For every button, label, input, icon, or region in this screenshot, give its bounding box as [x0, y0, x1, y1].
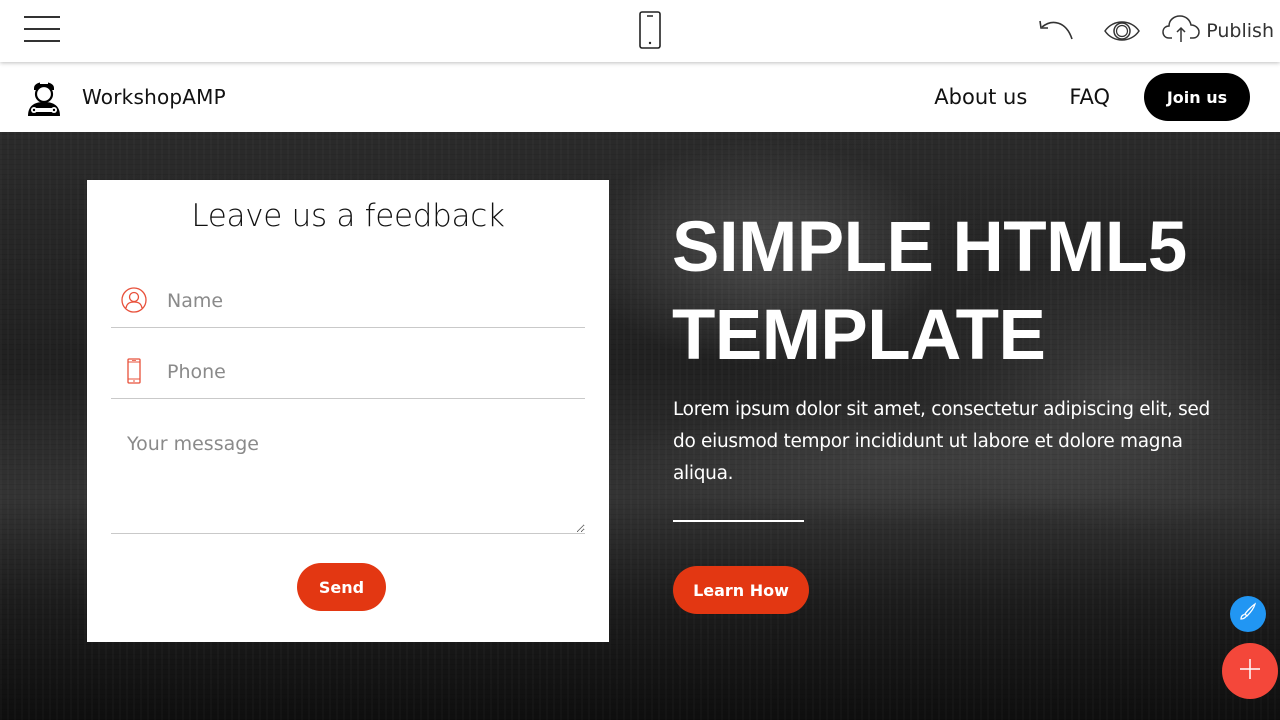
paintbrush-icon	[1238, 602, 1258, 627]
message-textarea[interactable]	[111, 417, 585, 534]
mobile-phone-icon[interactable]	[636, 10, 664, 50]
nav-link-faq[interactable]: FAQ	[1069, 85, 1110, 109]
name-input[interactable]	[167, 284, 567, 318]
eye-icon[interactable]	[1100, 9, 1144, 53]
hero-text: Lorem ipsum dolor sit amet, consectetur …	[673, 399, 1210, 484]
add-block-button[interactable]	[1222, 643, 1278, 699]
hamburger-icon[interactable]	[24, 16, 60, 42]
phone-icon	[121, 358, 147, 384]
feedback-form: Leave us a feedback Name Phone Your mess…	[87, 180, 609, 642]
hero-section: Leave us a feedback Name Phone Your mess…	[0, 132, 1280, 720]
form-title: Leave us a feedback	[191, 198, 505, 234]
hero-title: SIMPLE HTML5 TEMPLATE	[672, 204, 1252, 380]
plus-icon	[1238, 657, 1262, 686]
site-navbar: WorkshopAMP About us FAQ Join us	[0, 62, 1280, 132]
mechanic-icon	[24, 76, 64, 118]
phone-input[interactable]	[167, 355, 567, 389]
style-button[interactable]	[1230, 596, 1266, 632]
brand-name: WorkshopAMP	[82, 85, 226, 109]
nav-link-about[interactable]: About us	[934, 85, 1027, 109]
publish-label: Publish	[1206, 20, 1274, 42]
hero-title-line2: TEMPLATE	[672, 296, 1046, 375]
send-button[interactable]: Send	[297, 563, 386, 611]
editor-toolbar: Publish	[0, 0, 1280, 62]
phone-field	[111, 347, 585, 399]
learn-how-button[interactable]: Learn How	[673, 566, 809, 614]
hero-title-line1: SIMPLE HTML5	[672, 208, 1187, 287]
undo-icon[interactable]	[1034, 9, 1078, 53]
brand[interactable]: WorkshopAMP	[24, 76, 226, 118]
publish-button[interactable]: Publish	[1162, 14, 1280, 49]
user-icon	[121, 287, 147, 313]
name-field	[111, 276, 585, 328]
cloud-upload-icon	[1162, 14, 1201, 49]
join-us-button[interactable]: Join us	[1144, 73, 1250, 121]
hero-divider	[673, 520, 804, 522]
